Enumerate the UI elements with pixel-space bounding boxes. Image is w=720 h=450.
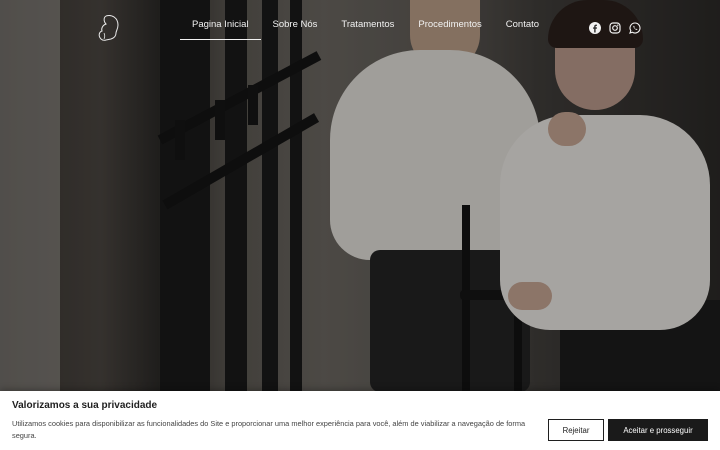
nav-item-procedimentos[interactable]: Procedimentos <box>406 0 493 50</box>
hero-background <box>0 0 720 392</box>
reject-cookies-button[interactable]: Rejeitar <box>548 419 604 441</box>
accept-cookies-button[interactable]: Aceitar e prosseguir <box>608 419 708 441</box>
whatsapp-icon[interactable] <box>629 21 641 34</box>
instagram-icon[interactable] <box>609 21 621 34</box>
facebook-icon[interactable] <box>589 21 601 34</box>
social-links <box>589 21 641 34</box>
woman-profile-logo-icon <box>98 15 119 41</box>
cookie-text: Utilizamos cookies para disponibilizar a… <box>12 419 526 440</box>
hero-overlay <box>0 0 720 392</box>
cookie-title: Valorizamos a sua privacidade <box>12 400 158 411</box>
site-logo[interactable] <box>92 12 124 44</box>
nav-item-sobre-nos[interactable]: Sobre Nós <box>261 0 330 50</box>
nav-item-tratamentos[interactable]: Tratamentos <box>329 0 406 50</box>
main-nav: Pagina Inicial Sobre Nós Tratamentos Pro… <box>180 0 551 50</box>
cookie-banner: Valorizamos a sua privacidade Utilizamos… <box>0 391 720 450</box>
nav-item-contato[interactable]: Contato <box>494 0 551 50</box>
nav-item-pagina-inicial[interactable]: Pagina Inicial <box>180 0 261 50</box>
